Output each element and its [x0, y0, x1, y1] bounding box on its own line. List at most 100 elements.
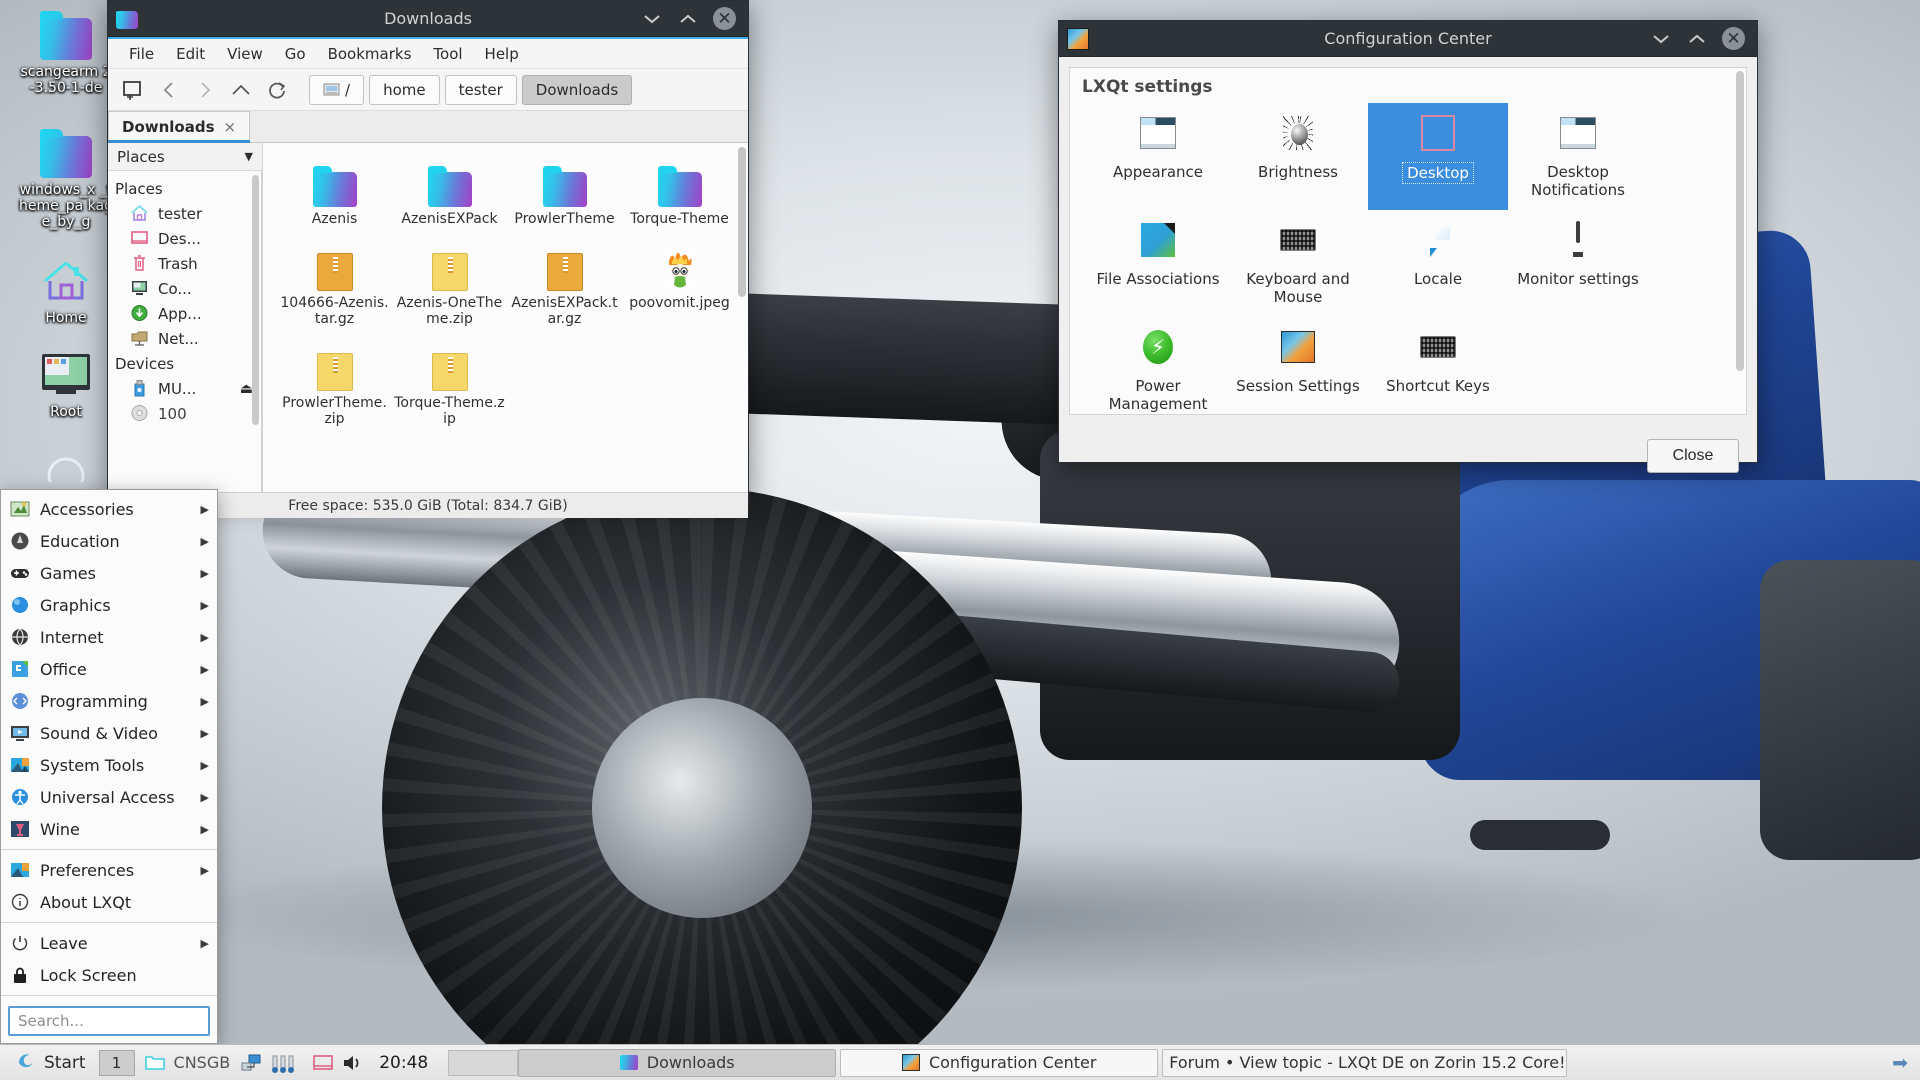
close-button[interactable]: Close: [1647, 439, 1739, 473]
forward-icon[interactable]: [189, 75, 221, 105]
maximize-button[interactable]: [1686, 28, 1708, 50]
file-item[interactable]: ProwlerTheme.zip: [277, 337, 392, 431]
minimize-button[interactable]: [1650, 28, 1672, 50]
show-desktop-icon[interactable]: [313, 1054, 334, 1072]
desktop-icon-partial[interactable]: [18, 452, 114, 495]
desktop-pager[interactable]: 1: [98, 1049, 135, 1076]
desktop-icon-scangearm[interactable]: scangearm 2-3.50-1-de: [18, 11, 114, 96]
configuration-center-window[interactable]: Configuration Center ✕ LXQt settings App…: [1058, 20, 1758, 473]
config-item-keyboard-and-mouse[interactable]: Keyboard and Mouse: [1228, 210, 1368, 317]
config-item-brightness[interactable]: Brightness: [1228, 103, 1368, 210]
clock[interactable]: 20:48: [379, 1053, 428, 1073]
sidebar-list[interactable]: Places tester Des... Trash Co... App... …: [108, 171, 262, 492]
file-manager-sidebar[interactable]: Places ▼ Places tester Des... Trash Co..…: [108, 143, 263, 492]
taskbar[interactable]: Start 1 CNSGB 20:48 Downloads Configurat…: [0, 1044, 1920, 1080]
maximize-button[interactable]: [677, 8, 699, 30]
desktop-icon-home[interactable]: Home: [18, 258, 114, 326]
start-menu-item-office[interactable]: Office ▶: [1, 653, 217, 685]
file-list-area[interactable]: Azenis AzenisEXPack ProwlerTheme Torque-…: [263, 143, 748, 492]
file-item[interactable]: ProwlerTheme: [507, 153, 622, 231]
tab-downloads[interactable]: Downloads ×: [108, 111, 251, 143]
breadcrumb-root[interactable]: /: [309, 74, 365, 105]
file-manager-toolbar[interactable]: / home tester Downloads: [108, 69, 748, 111]
sidebar-scrollbar[interactable]: [252, 175, 259, 425]
menu-tool[interactable]: Tool: [422, 41, 473, 67]
desktop-icon-windows-theme-package[interactable]: windows_x _theme_pa kage_by_g: [18, 129, 114, 230]
start-menu-item-lock-screen[interactable]: Lock Screen: [1, 959, 217, 991]
settings-scrollbar[interactable]: [1736, 71, 1744, 371]
network-tray-icon[interactable]: [241, 1054, 261, 1072]
settings-grid[interactable]: Appearance Brightness Desktop Desktop No…: [1070, 101, 1746, 414]
file-icon-grid[interactable]: Azenis AzenisEXPack ProwlerTheme Torque-…: [263, 143, 748, 431]
start-menu-item-games[interactable]: Games ▶: [1, 557, 217, 589]
config-item-desktop-notifications[interactable]: Desktop Notifications: [1508, 103, 1648, 210]
file-item[interactable]: AzenisEXPack: [392, 153, 507, 231]
start-menu-item-about-lxqt[interactable]: About LXQt: [1, 886, 217, 918]
chevron-down-icon[interactable]: ▼: [245, 150, 253, 163]
close-button[interactable]: ✕: [1722, 27, 1745, 50]
start-menu-item-system-tools[interactable]: System Tools ▶: [1, 749, 217, 781]
file-manager-titlebar[interactable]: Downloads ✕: [108, 1, 748, 37]
start-menu-item-preferences[interactable]: Preferences ▶: [1, 854, 217, 886]
sidebar-item-applications[interactable]: App...: [108, 301, 261, 326]
file-manager-window[interactable]: Downloads ✕ File Edit View Go Bookmarks …: [107, 0, 749, 518]
new-tab-icon[interactable]: [117, 75, 149, 105]
tab-close-icon[interactable]: ×: [224, 118, 237, 136]
menu-view[interactable]: View: [216, 41, 274, 67]
breadcrumb-tester[interactable]: tester: [444, 74, 517, 105]
file-item[interactable]: poovomit.jpeg: [622, 237, 737, 331]
config-item-session-settings[interactable]: Session Settings: [1228, 317, 1368, 414]
config-item-file-associations[interactable]: File Associations: [1088, 210, 1228, 317]
sensors-icon[interactable]: [270, 1054, 302, 1073]
start-menu-item-programming[interactable]: Programming ▶: [1, 685, 217, 717]
system-tray[interactable]: CNSGB 20:48: [144, 1053, 437, 1073]
file-list-scrollbar[interactable]: [738, 147, 746, 297]
file-item[interactable]: AzenisEXPack.tar.gz: [507, 237, 622, 331]
config-item-shortcut-keys[interactable]: Shortcut Keys: [1368, 317, 1508, 414]
start-menu-item-sound-and-video[interactable]: Sound & Video ▶: [1, 717, 217, 749]
start-menu-item-internet[interactable]: Internet ▶: [1, 621, 217, 653]
start-menu-item-wine[interactable]: Wine ▶: [1, 813, 217, 845]
start-menu-item-leave[interactable]: Leave ▶: [1, 927, 217, 959]
config-center-titlebar[interactable]: Configuration Center ✕: [1059, 21, 1757, 57]
start-menu-item-accessories[interactable]: Accessories ▶: [1, 493, 217, 525]
folder-tray-icon[interactable]: [144, 1054, 165, 1072]
taskbar-window-browser[interactable]: Forum • View topic - LXQt DE on Zorin 15…: [1162, 1048, 1567, 1077]
file-item[interactable]: Torque-Theme: [622, 153, 737, 231]
menu-edit[interactable]: Edit: [165, 41, 216, 67]
taskbar-window-configuration-center[interactable]: Configuration Center: [840, 1048, 1159, 1077]
config-item-locale[interactable]: Locale: [1368, 210, 1508, 317]
sidebar-item-tester[interactable]: tester: [108, 201, 261, 226]
sidebar-item-computer[interactable]: Co...: [108, 276, 261, 301]
menu-help[interactable]: Help: [474, 41, 530, 67]
file-item[interactable]: Torque-Theme.zip: [392, 337, 507, 431]
volume-icon[interactable]: [342, 1054, 364, 1072]
config-item-desktop[interactable]: Desktop: [1368, 103, 1508, 210]
menu-go[interactable]: Go: [274, 41, 317, 67]
config-item-monitor-settings[interactable]: Monitor settings: [1508, 210, 1648, 317]
reload-icon[interactable]: [261, 75, 293, 105]
start-menu-item-graphics[interactable]: Graphics ▶: [1, 589, 217, 621]
file-manager-tabstrip[interactable]: Downloads ×: [108, 111, 748, 143]
start-menu-search[interactable]: [1, 1000, 217, 1043]
config-item-appearance[interactable]: Appearance: [1088, 103, 1228, 210]
breadcrumb-home[interactable]: home: [369, 74, 440, 105]
desktop-icon-root[interactable]: Root: [18, 352, 114, 420]
sidebar-header[interactable]: Places ▼: [108, 143, 262, 171]
start-menu[interactable]: Accessories ▶ Education ▶ Games ▶ Graphi…: [0, 489, 218, 1044]
close-button[interactable]: ✕: [713, 7, 736, 30]
up-icon[interactable]: [225, 75, 257, 105]
desktop[interactable]: scangearm 2-3.50-1-de windows_x _theme_p…: [0, 0, 1920, 1080]
menu-file[interactable]: File: [118, 41, 165, 67]
sidebar-item-usb-drive[interactable]: MU... ⏏: [108, 376, 261, 401]
menu-bookmarks[interactable]: Bookmarks: [317, 41, 423, 67]
overflow-arrow-icon[interactable]: ➡: [1892, 1052, 1914, 1074]
sidebar-item-trash[interactable]: Trash: [108, 251, 261, 276]
config-item-power-management[interactable]: ⚡ Power Management: [1088, 317, 1228, 414]
file-item[interactable]: 104666-Azenis.tar.gz: [277, 237, 392, 331]
file-item[interactable]: Azenis: [277, 153, 392, 231]
sidebar-item-network[interactable]: Net...: [108, 326, 261, 351]
breadcrumb-downloads[interactable]: Downloads: [521, 74, 633, 105]
sidebar-item-disk[interactable]: 100: [108, 401, 261, 426]
start-button[interactable]: Start: [6, 1050, 99, 1075]
